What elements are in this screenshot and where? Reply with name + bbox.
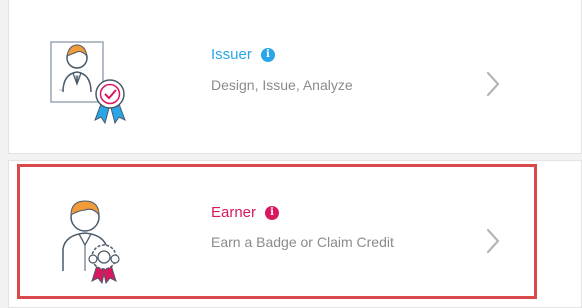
earner-info-icon[interactable]: i xyxy=(265,206,280,220)
role-selection-page: Issuer i Design, Issue, Analyze Earner i… xyxy=(0,0,582,308)
issuer-subtitle: Design, Issue, Analyze xyxy=(211,77,353,93)
chevron-right-icon xyxy=(486,228,500,254)
earner-title-row: Earner i xyxy=(211,204,280,222)
issuer-title: Issuer xyxy=(211,46,252,63)
issuer-option-card[interactable]: Issuer i Design, Issue, Analyze xyxy=(8,0,582,154)
issuer-info-icon[interactable]: i xyxy=(260,48,275,62)
earner-illustration-icon xyxy=(62,200,120,285)
issuer-title-row: Issuer i xyxy=(211,46,275,64)
issuer-illustration-icon xyxy=(50,41,126,125)
chevron-right-icon xyxy=(486,71,500,97)
earner-subtitle: Earn a Badge or Claim Credit xyxy=(211,234,394,250)
earner-option-card[interactable]: Earner i Earn a Badge or Claim Credit xyxy=(8,160,582,308)
earner-title: Earner xyxy=(211,204,257,221)
